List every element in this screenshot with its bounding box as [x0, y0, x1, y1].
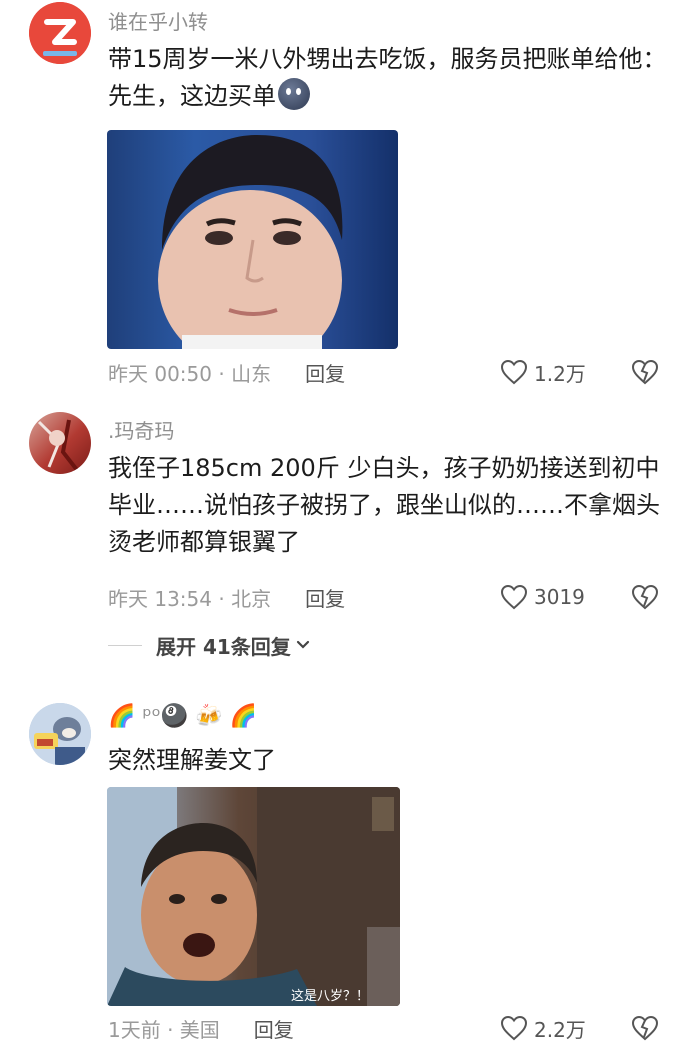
- comment-text: 我侄子185cm 200斤 少白头，孩子奶奶接送到初中毕业……说怕孩子被拐了，跟…: [108, 454, 660, 556]
- dislike-button[interactable]: [631, 582, 659, 612]
- comment-text: 突然理解姜文了: [108, 746, 276, 774]
- reply-button[interactable]: 回复: [254, 1014, 294, 1043]
- comment-image[interactable]: [107, 130, 398, 349]
- like-button[interactable]: 3019: [500, 582, 585, 612]
- expand-replies-label: 展开 41条回复: [156, 634, 291, 659]
- chevron-down-icon: [296, 640, 309, 649]
- expand-replies-button[interactable]: 展开 41条回复: [108, 630, 311, 660]
- reply-button[interactable]: 回复: [305, 358, 345, 387]
- username[interactable]: 谁在乎小转: [108, 6, 208, 35]
- like-count: 3019: [534, 585, 585, 609]
- like-button[interactable]: 1.2万: [500, 357, 586, 387]
- emoji-icon: [278, 78, 310, 110]
- comment-meta: 1天前 · 美国 回复: [108, 1013, 294, 1043]
- comment-meta: 昨天 13:54 · 北京 回复: [108, 582, 345, 612]
- movie-still-photo: [107, 787, 400, 1006]
- broken-heart-icon: [631, 584, 659, 610]
- username[interactable]: 🌈 ᵖᵒ🎱 🍻 🌈: [108, 704, 257, 729]
- username[interactable]: .玛奇玛: [108, 415, 174, 444]
- comment-image[interactable]: 这是八岁？！: [107, 787, 400, 1006]
- divider-line: [108, 644, 142, 646]
- anime-avatar-icon: [37, 419, 79, 472]
- comment-text: 带15周岁一米八外甥出去吃饭，服务员把账单给他：先生，这边买单: [108, 45, 667, 110]
- reply-button[interactable]: 回复: [305, 583, 345, 612]
- image-caption: 这是八岁？！: [291, 989, 370, 1004]
- comment-meta: 昨天 00:50 · 山东 回复: [108, 357, 345, 387]
- tom-cartoon-avatar-icon: [29, 703, 91, 765]
- face-photo: [158, 135, 343, 349]
- heart-icon: [500, 359, 528, 385]
- avatar[interactable]: [29, 703, 91, 765]
- time-location: 昨天 00:50 · 山东: [108, 361, 272, 386]
- time-location: 1天前 · 美国: [108, 1017, 220, 1042]
- dislike-button[interactable]: [631, 357, 659, 387]
- like-button[interactable]: 2.2万: [500, 1013, 586, 1043]
- avatar[interactable]: [29, 412, 91, 474]
- heart-icon: [500, 584, 528, 610]
- zhihu-z-icon: [29, 2, 91, 64]
- avatar[interactable]: [29, 2, 91, 64]
- broken-heart-icon: [631, 359, 659, 385]
- time-location: 昨天 13:54 · 北京: [108, 586, 272, 611]
- broken-heart-icon: [631, 1015, 659, 1041]
- heart-icon: [500, 1015, 528, 1041]
- like-count: 1.2万: [534, 361, 586, 386]
- dislike-button[interactable]: [631, 1013, 659, 1043]
- like-count: 2.2万: [534, 1017, 586, 1042]
